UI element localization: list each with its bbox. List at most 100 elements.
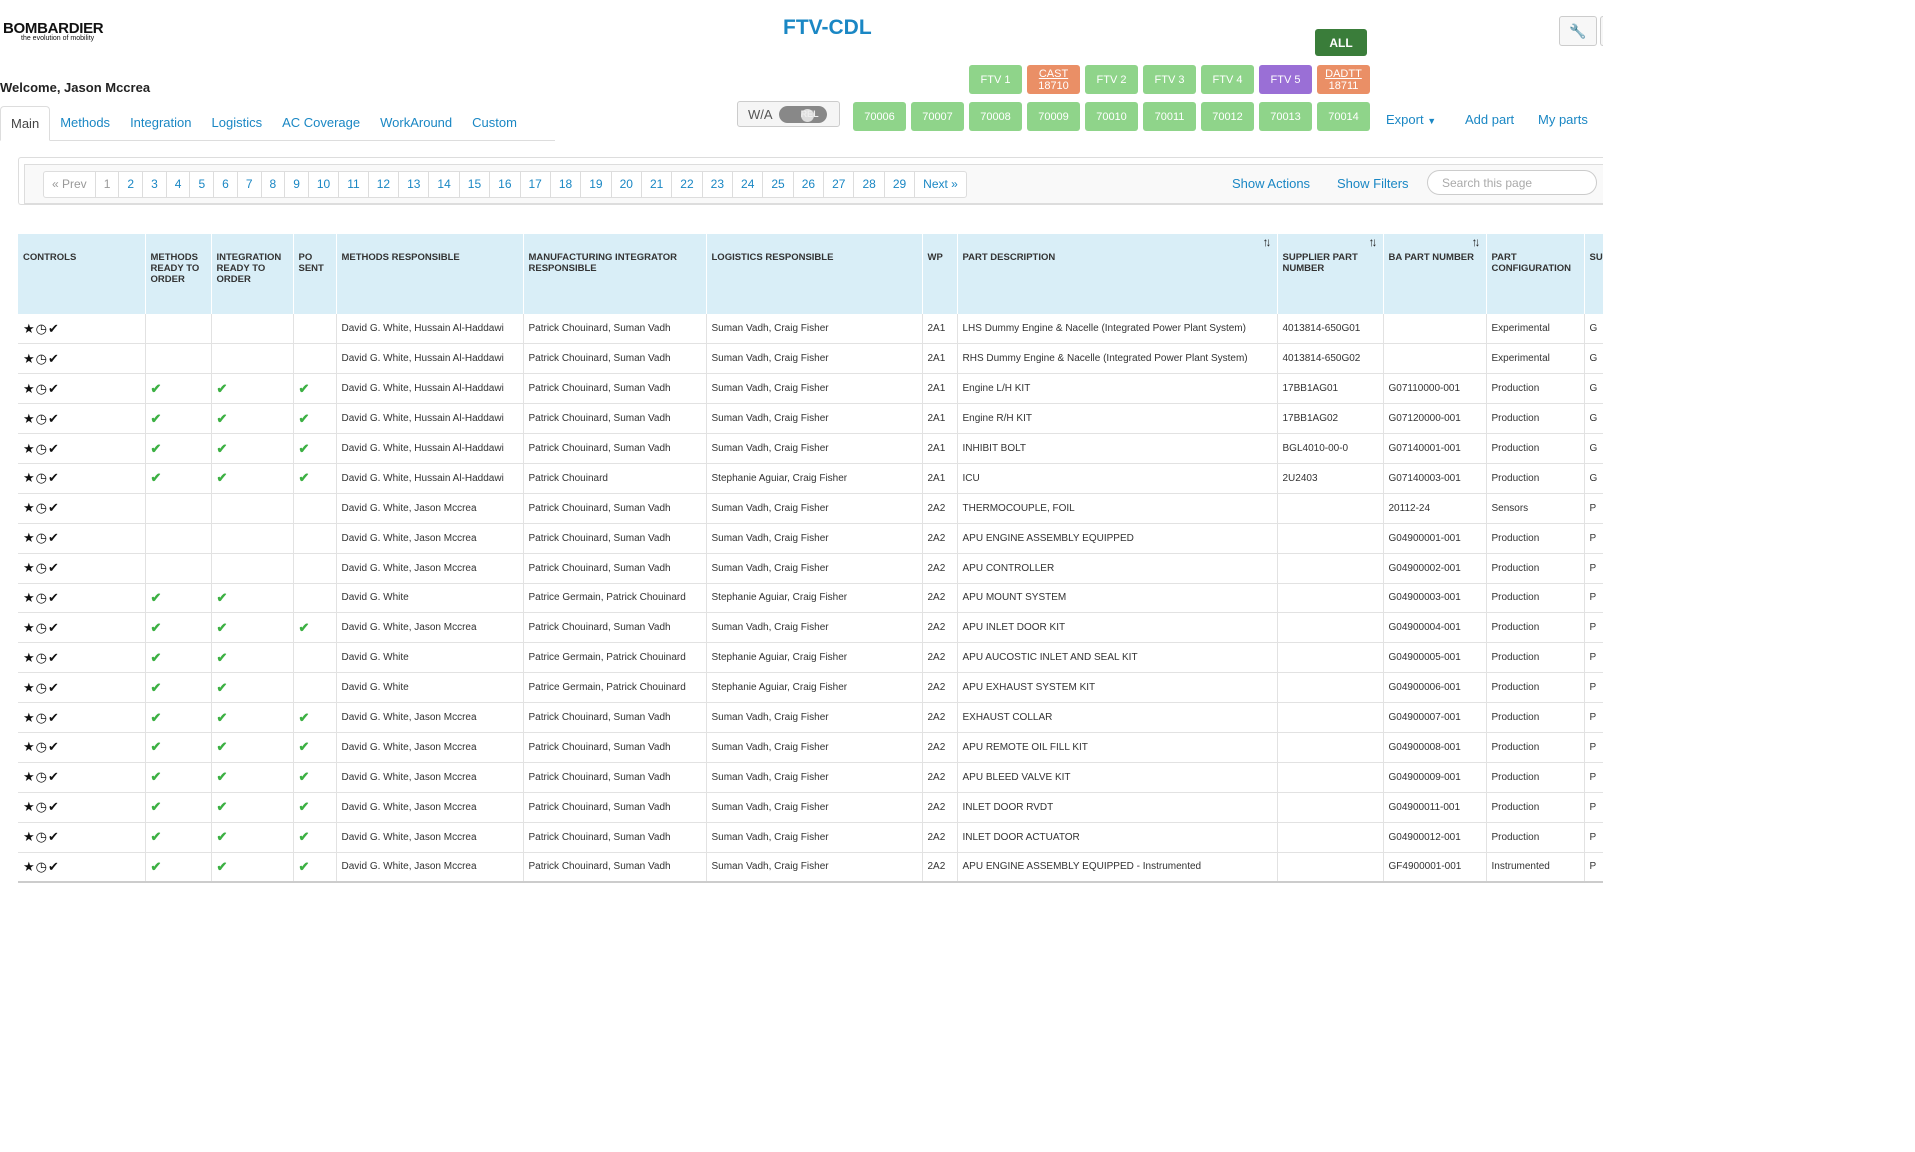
page-link[interactable]: 22 <box>671 171 703 198</box>
check-icon[interactable]: ✔ <box>48 381 60 396</box>
column-header[interactable]: BA PART NUMBER ↑↓ <box>1383 234 1487 314</box>
page-link[interactable]: 19 <box>580 171 612 198</box>
page-link[interactable]: 3 <box>142 171 167 198</box>
page-link[interactable]: 1 <box>94 171 120 198</box>
add-part-link[interactable]: Add part <box>1465 112 1514 127</box>
all-ftv-button[interactable]: ALL <box>1315 29 1367 56</box>
table-row[interactable]: ★◷✔ ✔ ✔ ✔ David G. White, Jason Mccrea Patric… <box>18 852 1603 881</box>
page-link[interactable]: 2 <box>118 171 144 198</box>
page-link[interactable]: 8 <box>260 171 286 198</box>
star-icon[interactable]: ★ <box>23 411 36 426</box>
check-icon[interactable]: ✔ <box>48 351 60 366</box>
show-filters-link[interactable]: Show Filters <box>1337 176 1409 191</box>
show-actions-link[interactable]: Show Actions <box>1232 176 1310 191</box>
sort-icon[interactable]: ↑↓ <box>1472 236 1481 248</box>
tab-custom[interactable]: Custom <box>462 106 527 140</box>
page-link[interactable]: 28 <box>853 171 885 198</box>
ftv-button[interactable]: FTV 4 <box>1201 65 1254 94</box>
table-row[interactable]: ★◷✔ ✔ ✔ ✔ David G. White, Jason Mccrea Patric… <box>18 702 1603 733</box>
page-link[interactable]: 26 <box>792 171 825 198</box>
tab-methods[interactable]: Methods <box>50 106 120 140</box>
page-link[interactable]: 20 <box>610 171 642 198</box>
page-link[interactable]: 27 <box>823 171 855 198</box>
aircraft-button[interactable]: 70010 <box>1085 102 1138 131</box>
check-icon[interactable]: ✔ <box>48 470 60 485</box>
table-row[interactable]: ★◷✔ David G. White, Jason Mccrea Patrick C… <box>18 493 1603 524</box>
check-icon[interactable]: ✔ <box>48 710 60 725</box>
clock-icon[interactable]: ◷ <box>36 500 48 515</box>
toggle-switch[interactable]: REL <box>778 105 827 123</box>
ftv-button[interactable]: FTV 1 <box>969 65 1022 94</box>
star-icon[interactable]: ★ <box>23 560 36 575</box>
ftv-button[interactable]: DADTT 18711 <box>1317 65 1370 94</box>
check-icon[interactable]: ✔ <box>48 321 60 336</box>
clock-icon[interactable]: ◷ <box>36 470 48 485</box>
clock-icon[interactable]: ◷ <box>36 620 48 635</box>
check-icon[interactable]: ✔ <box>48 560 60 575</box>
aircraft-button[interactable]: 70007 <box>911 102 964 131</box>
page-link[interactable]: 10 <box>307 171 340 198</box>
overflow-button-edge[interactable] <box>1600 16 1603 46</box>
page-link[interactable]: 4 <box>165 171 191 198</box>
table-row[interactable]: ★◷✔ ✔ ✔ David G. White Patrice Germain, Patr… <box>18 642 1603 674</box>
page-link[interactable]: 17 <box>519 171 551 198</box>
page-link[interactable]: 18 <box>549 171 582 198</box>
ftv-button[interactable]: FTV 2 <box>1085 65 1138 94</box>
tab-workaround[interactable]: WorkAround <box>370 106 462 140</box>
next-page-button[interactable]: Next » <box>914 171 967 198</box>
check-icon[interactable]: ✔ <box>48 859 60 874</box>
page-link[interactable]: 24 <box>732 171 764 198</box>
check-icon[interactable]: ✔ <box>48 441 60 456</box>
clock-icon[interactable]: ◷ <box>36 321 48 336</box>
column-header[interactable]: SUPPLIER PART NUMBER ↑↓ <box>1277 234 1384 314</box>
table-row[interactable]: ★◷✔ ✔ ✔ ✔ David G. White, Jason Mccrea Patric… <box>18 732 1603 763</box>
ftv-button[interactable]: FTV 5 <box>1259 65 1312 94</box>
table-row[interactable]: ★◷✔ ✔ ✔ ✔ David G. White, Hussain Al-Haddawi… <box>18 433 1603 464</box>
star-icon[interactable]: ★ <box>23 470 36 485</box>
star-icon[interactable]: ★ <box>23 710 36 725</box>
clock-icon[interactable]: ◷ <box>36 710 48 725</box>
page-link[interactable]: 5 <box>189 171 215 198</box>
page-link[interactable]: 23 <box>701 171 734 198</box>
aircraft-button[interactable]: 70013 <box>1259 102 1312 131</box>
page-link[interactable]: 14 <box>428 171 460 198</box>
table-row[interactable]: ★◷✔ ✔ ✔ ✔ David G. White, Jason Mccrea Patric… <box>18 762 1603 793</box>
table-row[interactable]: ★◷✔ ✔ ✔ ✔ David G. White, Hussain Al-Haddawi… <box>18 463 1603 494</box>
prev-page-button[interactable]: « Prev <box>43 171 96 198</box>
check-icon[interactable]: ✔ <box>48 769 60 784</box>
clock-icon[interactable]: ◷ <box>36 560 48 575</box>
clock-icon[interactable]: ◷ <box>36 799 48 814</box>
table-row[interactable]: ★◷✔ ✔ ✔ ✔ David G. White, Hussain Al-Haddawi… <box>18 373 1603 405</box>
clock-icon[interactable]: ◷ <box>36 590 48 605</box>
star-icon[interactable]: ★ <box>23 321 36 336</box>
check-icon[interactable]: ✔ <box>48 411 60 426</box>
page-link[interactable]: 15 <box>458 171 491 198</box>
table-row[interactable]: ★◷✔ ✔ ✔ ✔ David G. White, Jason Mccrea Patric… <box>18 792 1603 823</box>
table-row[interactable]: ★◷✔ David G. White, Jason Mccrea Patrick C… <box>18 523 1603 554</box>
clock-icon[interactable]: ◷ <box>36 381 48 396</box>
check-icon[interactable]: ✔ <box>48 829 60 844</box>
star-icon[interactable]: ★ <box>23 590 36 605</box>
aircraft-button[interactable]: 70008 <box>969 102 1022 131</box>
settings-button[interactable]: 🔧 <box>1559 16 1597 46</box>
table-row[interactable]: ★◷✔ David G. White, Jason Mccrea Patrick C… <box>18 553 1603 584</box>
clock-icon[interactable]: ◷ <box>36 650 48 665</box>
tab-ac-coverage[interactable]: AC Coverage <box>272 106 370 140</box>
aircraft-button[interactable]: 70011 <box>1143 102 1196 131</box>
page-link[interactable]: 7 <box>236 171 262 198</box>
page-link[interactable]: 12 <box>367 171 400 198</box>
page-link[interactable]: 11 <box>338 171 369 198</box>
clock-icon[interactable]: ◷ <box>36 530 48 545</box>
table-row[interactable]: ★◷✔ ✔ ✔ David G. White Patrice Germain, Patr… <box>18 583 1603 614</box>
check-icon[interactable]: ✔ <box>48 739 60 754</box>
aircraft-button[interactable]: 70009 <box>1027 102 1080 131</box>
ftv-button[interactable]: FTV 3 <box>1143 65 1196 94</box>
clock-icon[interactable]: ◷ <box>36 769 48 784</box>
aircraft-button[interactable]: 70012 <box>1201 102 1254 131</box>
table-row[interactable]: ★◷✔ ✔ ✔ David G. White Patrice Germain, Patr… <box>18 672 1603 704</box>
tab-logistics[interactable]: Logistics <box>202 106 273 140</box>
page-link[interactable]: 13 <box>398 171 430 198</box>
clock-icon[interactable]: ◷ <box>36 411 48 426</box>
column-header[interactable]: PART DESCRIPTION ↑↓ <box>957 234 1278 314</box>
star-icon[interactable]: ★ <box>23 650 36 665</box>
